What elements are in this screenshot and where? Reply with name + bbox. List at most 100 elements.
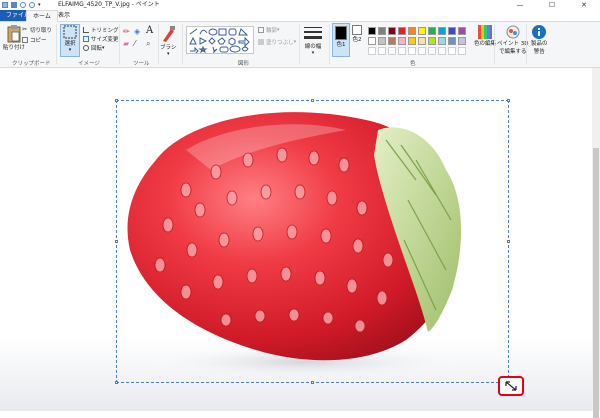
- separator: [494, 24, 495, 64]
- rotate-button[interactable]: 回転 ▾: [83, 44, 105, 52]
- custom-color-slot[interactable]: [458, 47, 466, 55]
- quick-access-dropdown-icon[interactable]: ▾: [38, 2, 41, 8]
- color-swatch[interactable]: [428, 37, 436, 45]
- product-alert-button[interactable]: 製品の 警告: [531, 25, 548, 55]
- outline-icon: [258, 27, 264, 33]
- custom-color-slot[interactable]: [388, 47, 396, 55]
- color-swatch[interactable]: [458, 37, 466, 45]
- custom-color-slot[interactable]: [408, 47, 416, 55]
- resize-handle[interactable]: [507, 99, 510, 102]
- pencil-icon[interactable]: ✏: [123, 27, 130, 36]
- resize-handle[interactable]: [507, 240, 510, 243]
- color-swatch[interactable]: [418, 27, 426, 35]
- custom-color-slot[interactable]: [428, 47, 436, 55]
- resize-handle[interactable]: [311, 99, 314, 102]
- edit-with-paint3d-button[interactable]: ペイント 3D で編集する: [497, 25, 528, 55]
- rotate-label: 回転: [91, 46, 103, 52]
- scrollbar-thumb[interactable]: [593, 148, 599, 418]
- custom-color-slot[interactable]: [368, 47, 376, 55]
- color-swatch[interactable]: [408, 27, 416, 35]
- color-swatch[interactable]: [428, 27, 436, 35]
- edit-colors-button[interactable]: 色の編集: [474, 25, 496, 47]
- color-swatch[interactable]: [448, 37, 456, 45]
- maximize-button[interactable]: ☐: [536, 0, 568, 10]
- size-button[interactable]: 線の幅 ▾: [304, 26, 322, 56]
- resize-icon: [83, 36, 89, 42]
- app-icon[interactable]: [2, 2, 8, 8]
- custom-color-slot[interactable]: [448, 47, 456, 55]
- outline-label: 輪郭: [266, 28, 278, 34]
- color-picker-icon[interactable]: ⁄: [134, 39, 135, 48]
- edit-colors-label: 色の編集: [474, 41, 497, 47]
- select-button[interactable]: 選択 ▾: [60, 24, 80, 57]
- color-swatch[interactable]: [378, 37, 386, 45]
- fill-label: 塗りつぶし: [266, 40, 294, 46]
- resize-handle[interactable]: [115, 381, 118, 384]
- minimize-button[interactable]: —: [504, 0, 536, 10]
- custom-color-slot[interactable]: [438, 47, 446, 55]
- color-swatch[interactable]: [398, 37, 406, 45]
- color-swatch[interactable]: [398, 27, 406, 35]
- copy-icon: [22, 37, 28, 43]
- crop-icon: [83, 27, 89, 33]
- close-button[interactable]: ✕: [568, 0, 600, 10]
- shapes-gallery[interactable]: [186, 26, 254, 55]
- color-swatch[interactable]: [408, 37, 416, 45]
- fill-button[interactable]: 塗りつぶし ▾: [258, 38, 296, 46]
- fill-bucket-icon[interactable]: ◈: [134, 27, 140, 36]
- save-icon[interactable]: [11, 2, 17, 8]
- tab-view[interactable]: 表示: [52, 10, 76, 21]
- size-dropdown-icon: ▾: [311, 50, 315, 56]
- outline-button[interactable]: 輪郭 ▾: [258, 26, 280, 34]
- size-label: 線の幅: [304, 44, 322, 50]
- crop-button[interactable]: トリミング: [83, 26, 119, 34]
- color-swatch[interactable]: [448, 27, 456, 35]
- brush-button[interactable]: ブラシ ▾: [160, 25, 176, 57]
- product-alert-label-1: 製品の: [531, 41, 548, 47]
- resize-handle[interactable]: [311, 381, 314, 384]
- separator: [56, 24, 57, 64]
- color-swatch[interactable]: [458, 27, 466, 35]
- select-label: 選択: [64, 41, 76, 47]
- color-swatch[interactable]: [388, 37, 396, 45]
- redo-icon[interactable]: [29, 2, 35, 8]
- color1-button[interactable]: 色1: [332, 23, 350, 57]
- resize-button[interactable]: サイズ変更: [83, 35, 118, 43]
- color-swatch[interactable]: [438, 27, 446, 35]
- magnifier-icon[interactable]: ⌕: [146, 39, 150, 49]
- line-width-icon: [304, 27, 322, 39]
- undo-icon[interactable]: [20, 2, 26, 8]
- custom-color-slot[interactable]: [418, 47, 426, 55]
- paste-icon: [7, 25, 21, 43]
- color-swatch[interactable]: [368, 27, 376, 35]
- color-swatch[interactable]: [378, 27, 386, 35]
- color-group-label: 色: [410, 61, 416, 67]
- cut-button[interactable]: ✂ 切り取り: [22, 26, 52, 35]
- vertical-scrollbar[interactable]: [592, 68, 600, 418]
- color-swatch[interactable]: [418, 37, 426, 45]
- text-tool-icon[interactable]: A: [146, 25, 153, 36]
- selection-rectangle[interactable]: [115, 99, 510, 384]
- resize-handle[interactable]: [115, 99, 118, 102]
- window-title: ELFAIMG_4520_TP_V.jpg - ペイント: [58, 1, 160, 8]
- brush-icon: [163, 26, 176, 42]
- custom-color-slot[interactable]: [398, 47, 406, 55]
- separator: [329, 24, 330, 64]
- brush-dropdown-icon: ▾: [166, 51, 170, 57]
- custom-color-slot[interactable]: [378, 47, 386, 55]
- shapes-icon: [189, 28, 250, 55]
- color2-label: 色2: [352, 37, 362, 43]
- color-swatch[interactable]: [438, 37, 446, 45]
- rainbow-palette-icon: [478, 25, 492, 39]
- eraser-icon[interactable]: ▰: [123, 39, 129, 48]
- color-swatch[interactable]: [368, 37, 376, 45]
- copy-label: コピー: [30, 38, 47, 44]
- clipboard-group-label: クリップボード: [12, 61, 51, 67]
- paste-label: 貼り付け: [3, 45, 26, 51]
- color-swatch[interactable]: [388, 27, 396, 35]
- title-bar: ▾ ELFAIMG_4520_TP_V.jpg - ペイント — ☐ ✕: [0, 0, 600, 10]
- resize-cursor-highlight: [498, 376, 524, 396]
- color2-button[interactable]: 色2: [352, 25, 362, 43]
- resize-handle[interactable]: [115, 240, 118, 243]
- copy-button[interactable]: コピー: [22, 36, 47, 44]
